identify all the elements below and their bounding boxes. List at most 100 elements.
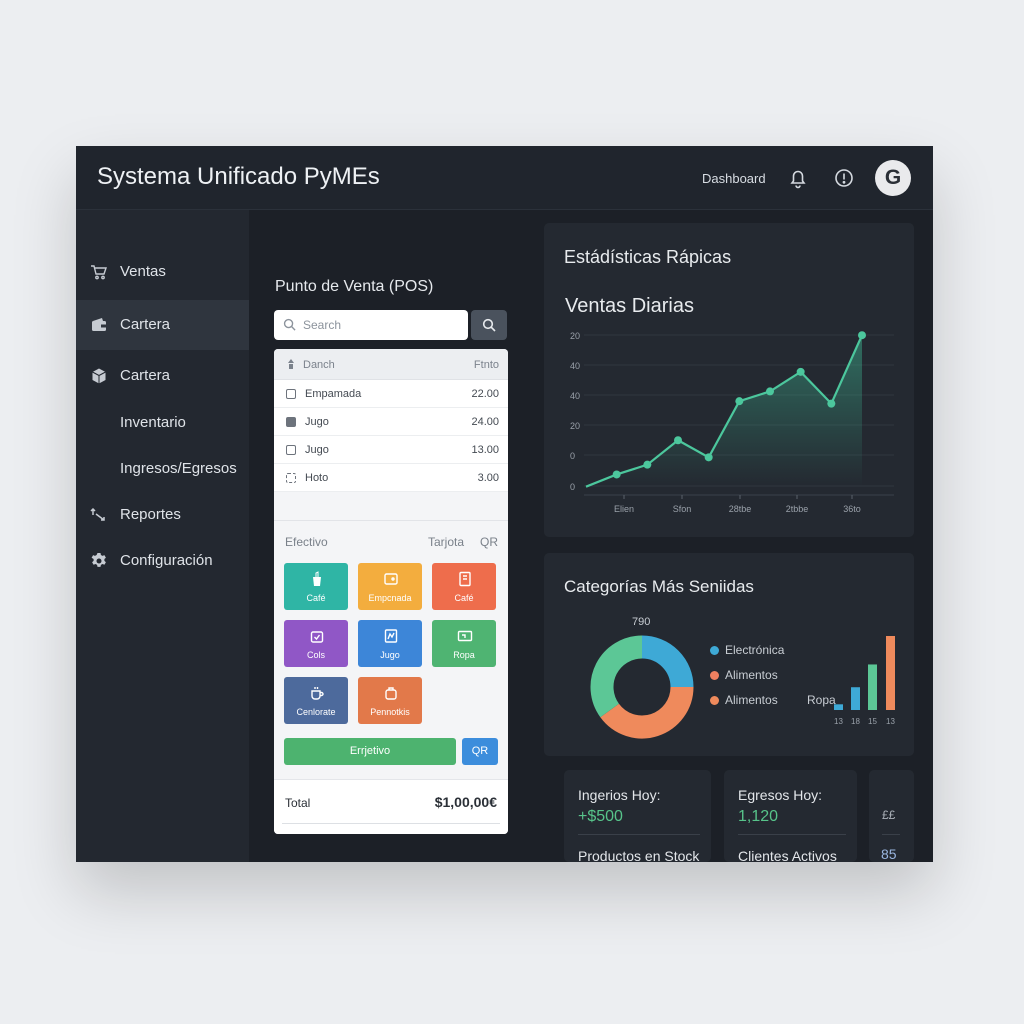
data-point (704, 453, 713, 462)
pot-icon (385, 687, 397, 700)
sidebar-item-ventas[interactable]: Ventas (76, 247, 249, 297)
table-row[interactable]: Hoto 3.00 (274, 464, 508, 492)
bar (851, 687, 860, 710)
wallet-icon (384, 573, 398, 585)
x-tick-label: 28tbe (729, 504, 752, 514)
top-bar: Systema Unificado PyMEs Dashboard G (76, 146, 933, 210)
data-point (796, 367, 805, 376)
product-tile[interactable]: Café (432, 563, 496, 610)
search-input[interactable]: Search (274, 310, 468, 340)
item-icon (286, 445, 296, 455)
table-row[interactable]: Jugo 24.00 (274, 408, 508, 436)
tile-label: Ropa (453, 650, 475, 660)
receipt-icon (459, 571, 471, 587)
tile-label: Café (306, 593, 326, 603)
bar (886, 636, 895, 710)
item-icon (286, 473, 296, 483)
sidebar-item-configuracion[interactable]: Configuración (76, 536, 249, 586)
item-icon (286, 417, 296, 427)
bar-tick-label: 13 (834, 717, 843, 726)
data-point (643, 460, 652, 469)
tile-label: Jugo (380, 650, 400, 660)
y-tick-label: 40 (570, 361, 580, 371)
column-header-price: Ftnto (473, 359, 499, 371)
x-tick-label: Elien (614, 504, 634, 514)
x-tick-label: 36to (843, 504, 861, 514)
kpi-value: 1,120 (738, 808, 779, 825)
cash-pay-button[interactable]: Errjetivo (284, 738, 456, 765)
data-point (674, 436, 682, 445)
product-tile[interactable]: Jugo (358, 620, 422, 667)
payment-qr[interactable]: QR (480, 535, 498, 549)
sidebar: Ventas Cartera Cartera Inventario Ingres… (76, 210, 249, 862)
data-point (735, 397, 744, 406)
sidebar-item-label: Ventas (120, 263, 166, 280)
total-value: $1,00,00€ (434, 794, 497, 810)
y-tick-label: 0 (570, 451, 575, 461)
cart-icon (91, 265, 107, 280)
pos-title: Punto de Venta (POS) (275, 278, 434, 295)
row-name: Empamada (305, 388, 362, 400)
y-tick-label: 40 (570, 391, 580, 401)
column-header-name: Danch (303, 359, 335, 371)
payment-efectivo[interactable]: Efectivo (285, 535, 328, 549)
data-point (612, 470, 621, 479)
product-tile[interactable]: Cenlorate (284, 677, 348, 724)
row-price: 24.00 (471, 416, 499, 428)
payment-tarjeta[interactable]: Tarjota (428, 535, 464, 549)
bell-icon[interactable] (786, 166, 810, 190)
kpi-value: +$500 (578, 808, 623, 825)
search-icon (482, 318, 496, 332)
kpi-value: 85 (881, 846, 897, 862)
y-tick-label: 0 (570, 482, 575, 492)
sidebar-item-ingresos-egresos[interactable]: Ingresos/Egresos (76, 444, 249, 494)
sort-icon[interactable] (286, 359, 296, 369)
data-point (766, 387, 774, 396)
row-name: Hoto (305, 472, 329, 484)
app-title: Systema Unificado PyMEs (97, 163, 380, 190)
search-button[interactable] (471, 310, 507, 340)
alert-icon[interactable] (832, 166, 856, 190)
nav-dashboard-link[interactable]: Dashboard (702, 171, 766, 186)
product-tile[interactable]: Ropa (432, 620, 496, 667)
tile-label: Cenlorate (296, 707, 336, 717)
product-tile[interactable]: Pennotkis (358, 677, 422, 724)
qr-pay-button[interactable]: QR (462, 738, 498, 765)
box-icon (92, 368, 106, 384)
avatar[interactable]: G (875, 160, 911, 196)
y-tick-label: 20 (570, 421, 580, 431)
cup-icon (313, 571, 321, 586)
total-label: Total (285, 796, 311, 810)
arrows-icon (90, 507, 105, 521)
tile-label: Café (454, 593, 474, 603)
sidebar-item-cartera[interactable]: Cartera (76, 300, 249, 350)
bar-tick-label: 18 (851, 717, 860, 726)
product-tile[interactable]: Café (284, 563, 348, 610)
product-tile[interactable]: Empcnada (358, 563, 422, 610)
coffee-icon (311, 687, 324, 700)
tile-label: Empcnada (368, 593, 412, 603)
table-row[interactable]: Jugo 13.00 (274, 436, 508, 464)
kpi-card-ingresos: Ingerios Hoy: +$500 Productos en Stock (564, 770, 711, 862)
kpi-label: Clientes Activos (738, 848, 837, 862)
kpi-label: Egresos Hoy: (738, 787, 823, 803)
divider (882, 834, 900, 835)
sidebar-item-label: Inventario (120, 414, 186, 431)
sidebar-item-label: Cartera (120, 367, 171, 384)
kpi-card-egresos: Egresos Hoy: 1,120 Clientes Activos (724, 770, 857, 862)
sidebar-item-inventario[interactable]: Inventario (76, 398, 249, 448)
kpi-card-third: ££ 85 (869, 770, 914, 862)
row-name: Jugo (305, 444, 329, 456)
divider (282, 823, 500, 824)
row-price: 22.00 (471, 388, 499, 400)
sidebar-item-cartera-2[interactable]: Cartera (76, 351, 249, 401)
row-name: Jugo (305, 416, 329, 428)
product-tile[interactable]: Cols (284, 620, 348, 667)
sidebar-item-label: Configuración (120, 552, 213, 569)
search-icon (283, 318, 296, 331)
sidebar-item-reportes[interactable]: Reportes (76, 490, 249, 540)
x-tick-label: 2tbbe (786, 504, 809, 514)
row-price: 3.00 (477, 472, 499, 484)
bar (868, 664, 877, 710)
table-row[interactable]: Empamada 22.00 (274, 380, 508, 408)
